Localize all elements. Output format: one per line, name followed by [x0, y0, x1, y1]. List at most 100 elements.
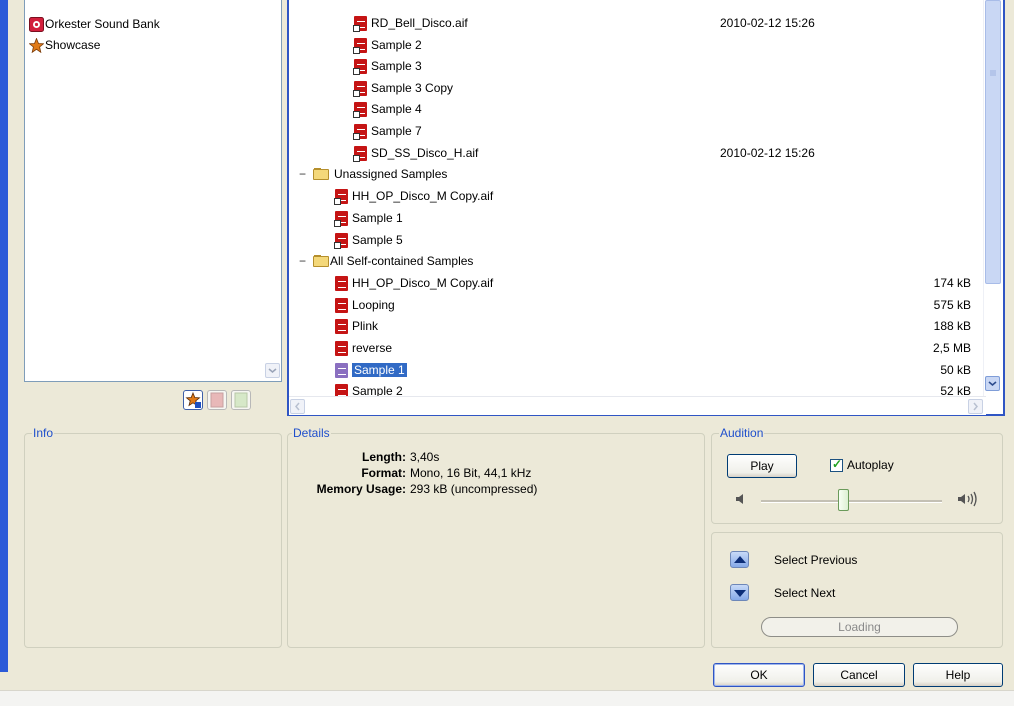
sound-bank-list[interactable]: Orkester Sound Bank Showcase	[24, 0, 282, 382]
cancel-button[interactable]: Cancel	[813, 663, 905, 687]
memory-value: 293 kB (uncompressed)	[410, 482, 538, 496]
audio-file-icon	[334, 188, 349, 205]
window-left-border	[0, 0, 8, 672]
volume-slider-track[interactable]	[761, 500, 942, 503]
audition-group-title: Audition	[719, 426, 765, 440]
tree-item-file[interactable]: SD_SS_Disco_H.aif	[353, 143, 478, 164]
sound-bank-icon	[29, 17, 44, 33]
format-label: Format:	[361, 466, 406, 480]
details-group: Details Length: Format: Memory Usage: 3,…	[287, 426, 705, 648]
audio-file-icon	[334, 232, 349, 249]
navigation-group: Select Previous Select Next Loading	[711, 532, 1003, 648]
checkmark-icon: ✓	[832, 457, 843, 471]
scroll-down-button[interactable]	[265, 363, 280, 378]
audio-file-icon	[353, 37, 368, 54]
audio-file-icon	[353, 58, 368, 75]
bank-list-scrollbar[interactable]	[264, 0, 281, 380]
tree-item-file[interactable]: Looping	[334, 295, 395, 316]
select-previous-label[interactable]: Select Previous	[774, 552, 857, 568]
tree-item-file[interactable]: Sample 2	[353, 35, 422, 56]
tree-item-file[interactable]: RD_Bell_Disco.aif	[353, 13, 468, 34]
tree-item-file[interactable]: reverse	[334, 338, 392, 359]
size-cell: 2,5 MB	[932, 341, 971, 355]
help-button[interactable]: Help	[913, 663, 1003, 687]
tree-item-file[interactable]: Sample 3 Copy	[353, 78, 453, 99]
select-next-button[interactable]	[730, 584, 749, 601]
grip-icon	[990, 70, 996, 76]
star-icon	[28, 37, 45, 54]
audio-file-icon	[334, 362, 349, 379]
size-cell: 188 kB	[933, 319, 971, 333]
volume-low-icon	[736, 494, 743, 504]
chevron-left-icon	[295, 402, 300, 411]
folder-icon	[313, 168, 330, 181]
tree-item-file[interactable]: Plink	[334, 316, 378, 337]
size-cell: 50 kB	[940, 363, 971, 377]
scroll-right-button[interactable]	[968, 399, 983, 414]
volume-slider-thumb[interactable]	[838, 489, 849, 511]
sample-file-icon	[210, 392, 224, 408]
window-bottom-strip	[0, 690, 1014, 706]
chevron-right-icon	[973, 402, 978, 411]
tree-item-file[interactable]: Sample 2	[334, 381, 403, 396]
audio-file-icon	[353, 123, 368, 140]
sample-add-icon	[234, 392, 248, 408]
add-sample-button[interactable]	[231, 390, 251, 410]
tree-item-file[interactable]: Sample 5	[334, 230, 403, 251]
chevron-down-icon	[988, 381, 997, 387]
tree-item-file[interactable]: HH_OP_Disco_M Copy.aif	[334, 186, 493, 207]
star-add-icon	[185, 391, 201, 408]
audio-file-icon	[353, 80, 368, 97]
memory-label: Memory Usage:	[316, 482, 406, 496]
date-cell: 2010-02-12 15:26	[720, 16, 815, 30]
tree-vertical-scrollbar[interactable]	[983, 0, 1003, 396]
select-previous-button[interactable]	[730, 551, 749, 568]
select-next-label[interactable]: Select Next	[774, 585, 835, 601]
audio-file-icon	[353, 145, 368, 162]
scrollbar-thumb[interactable]	[985, 0, 1001, 284]
autoplay-checkbox[interactable]: ✓	[830, 457, 843, 472]
tree-horizontal-scrollbar[interactable]	[289, 396, 986, 415]
folder-icon	[313, 255, 330, 268]
tree-folder-unassigned[interactable]: Unassigned Samples	[313, 164, 447, 185]
tree-item-file[interactable]: Sample 7	[353, 121, 422, 142]
sample-tree[interactable]: RD_Bell_Disco.aif 2010-02-12 15:26 Sampl…	[287, 0, 1005, 416]
size-cell: 575 kB	[933, 298, 971, 312]
play-button[interactable]: Play	[727, 454, 797, 478]
volume-high-icon	[958, 491, 977, 507]
info-group-title: Info	[32, 426, 55, 440]
bank-item-showcase[interactable]: Showcase	[28, 36, 100, 54]
arrow-down-icon	[734, 590, 746, 597]
collapse-toggle[interactable]: −	[299, 168, 308, 180]
size-cell: 52 kB	[940, 384, 971, 396]
add-favorite-button[interactable]	[183, 390, 203, 410]
audio-file-icon	[353, 101, 368, 118]
remove-sample-button[interactable]	[207, 390, 227, 410]
tree-item-file[interactable]: Sample 3	[353, 56, 422, 77]
date-cell: 2010-02-12 15:26	[720, 146, 815, 160]
tree-item-file[interactable]: HH_OP_Disco_M Copy.aif	[334, 273, 493, 294]
audition-group: Audition Play ✓ Autoplay	[711, 426, 1003, 524]
collapse-toggle[interactable]: −	[299, 255, 308, 267]
size-cell: 174 kB	[933, 276, 971, 290]
info-group: Info	[24, 426, 282, 648]
loading-progress: Loading	[761, 617, 958, 637]
scroll-down-button[interactable]	[985, 376, 1000, 391]
length-value: 3,40s	[410, 450, 440, 464]
bank-item-orkester[interactable]: Orkester Sound Bank	[29, 15, 160, 33]
tree-folder-self-contained[interactable]: All Self-contained Samples	[313, 251, 473, 272]
details-group-title: Details	[292, 426, 331, 440]
audio-file-icon	[334, 210, 349, 227]
audio-file-icon	[334, 297, 349, 314]
chevron-down-icon	[268, 368, 277, 373]
tree-item-file[interactable]: Sample 1	[334, 208, 403, 229]
tree-item-file-selected[interactable]: Sample 1	[334, 360, 407, 381]
ok-button[interactable]: OK	[713, 663, 805, 687]
audio-file-icon	[334, 318, 349, 335]
autoplay-label: Autoplay	[847, 458, 894, 472]
audio-file-icon	[334, 383, 349, 396]
scroll-left-button[interactable]	[290, 399, 305, 414]
audio-file-icon	[334, 340, 349, 357]
arrow-up-icon	[734, 556, 746, 563]
tree-item-file[interactable]: Sample 4	[353, 99, 422, 120]
